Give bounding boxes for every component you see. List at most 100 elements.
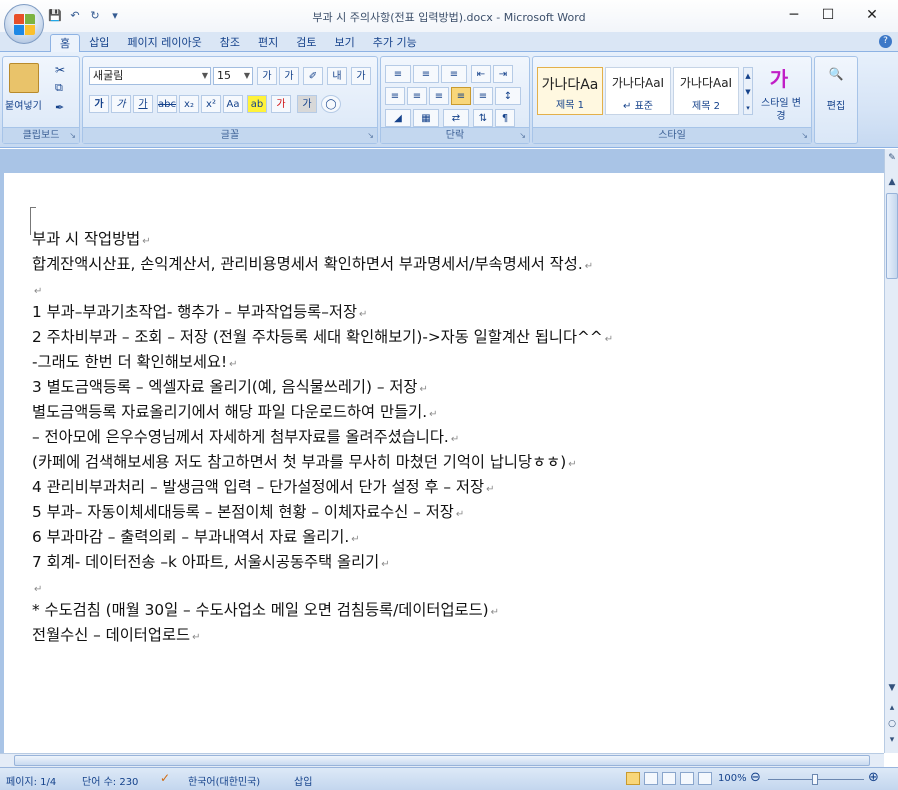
- superscript-button[interactable]: x²: [201, 95, 221, 113]
- sort-button[interactable]: ⇅: [473, 109, 493, 127]
- document-paragraph[interactable]: 전월수신 – 데이터업로드 ↵: [32, 623, 862, 648]
- paste-icon[interactable]: [9, 63, 39, 93]
- office-button[interactable]: [4, 4, 44, 44]
- document-paragraph[interactable]: 2 주차비부과 – 조회 – 저장 (전월 주차등록 세대 확인해보기)->자동…: [32, 325, 862, 350]
- document-paragraph[interactable]: 부과 시 작업방법 ↵: [32, 227, 862, 252]
- format-painter-icon[interactable]: ✒: [55, 101, 64, 114]
- decrease-indent-button[interactable]: ⇤: [471, 65, 491, 83]
- edit-button[interactable]: 편집: [815, 97, 857, 112]
- tab-mailings[interactable]: 편지: [249, 34, 287, 52]
- tab-add-ins[interactable]: 추가 기능: [364, 34, 426, 52]
- zoom-out-icon[interactable]: ⊖: [750, 770, 761, 785]
- print-layout-view-icon[interactable]: [626, 772, 640, 785]
- previous-page-icon[interactable]: ▴: [885, 703, 898, 713]
- document-paragraph[interactable]: 3 별도금액등록 – 엑셀자료 올리기(예, 음식물쓰레기) – 저장 ↵: [32, 375, 862, 400]
- paragraph-launcher-icon[interactable]: ↘: [519, 131, 526, 140]
- document-paragraph[interactable]: 4 관리비부과처리 – 발생금액 입력 – 단가설정에서 단가 설정 후 – 저…: [32, 475, 862, 500]
- document-paragraph[interactable]: 6 부과마감 – 출력의뢰 – 부과내역서 자료 올리기. ↵: [32, 525, 862, 550]
- tab-view[interactable]: 보기: [325, 34, 363, 52]
- align-left-button[interactable]: ≡: [385, 87, 405, 105]
- horizontal-scrollbar[interactable]: [0, 753, 884, 767]
- text-direction-button[interactable]: ⇄: [443, 109, 469, 127]
- tab-review[interactable]: 검토: [287, 34, 325, 52]
- copy-icon[interactable]: ⧉: [55, 81, 63, 95]
- document-paragraph[interactable]: 1 부과–부과기초작업- 행추가 – 부과작업등록–저장 ↵: [32, 300, 862, 325]
- vertical-scrollbar[interactable]: ✎ ▲ ▼ ▴ ○ ▾: [884, 149, 898, 753]
- font-color-button[interactable]: 가: [271, 95, 291, 113]
- italic-button[interactable]: 가: [111, 95, 131, 113]
- shrink-font-button[interactable]: 가: [279, 67, 299, 85]
- document-paragraph[interactable]: -그래도 한번 더 확인해보세요! ↵: [32, 350, 862, 375]
- increase-indent-button[interactable]: ⇥: [493, 65, 513, 83]
- document-paragraph[interactable]: 7 회계- 데이터전송 –k 아파트, 서울시공동주택 올리기 ↵: [32, 550, 862, 575]
- bold-button[interactable]: 가: [89, 95, 109, 113]
- change-styles-button[interactable]: 스타일 변경: [759, 97, 803, 123]
- align-center-button[interactable]: ≡: [407, 87, 427, 105]
- language-status[interactable]: 한국어(대한민국): [188, 773, 260, 788]
- phonetic-guide-button[interactable]: 내: [327, 67, 347, 85]
- font-size-combo[interactable]: 15 ▼: [213, 67, 253, 85]
- zoom-level[interactable]: 100%: [718, 773, 747, 784]
- help-icon[interactable]: ?: [879, 35, 892, 48]
- cut-icon[interactable]: ✂: [55, 63, 65, 77]
- vertical-scroll-thumb[interactable]: [886, 193, 898, 279]
- char-border-button[interactable]: 가: [351, 67, 371, 85]
- document-body[interactable]: 부과 시 작업방법 ↵ 합계잔액시산표, 손익계산서, 관리비용명세서 확인하면서 …: [32, 227, 862, 648]
- enclose-char-button[interactable]: ◯: [321, 95, 341, 113]
- tab-references[interactable]: 참조: [211, 34, 249, 52]
- styles-launcher-icon[interactable]: ↘: [801, 131, 808, 140]
- align-right-button[interactable]: ≡: [429, 87, 449, 105]
- numbering-button[interactable]: ≡: [413, 65, 439, 83]
- style-heading1[interactable]: 가나다Aa 제목 1: [537, 67, 603, 115]
- draft-view-icon[interactable]: [698, 772, 712, 785]
- borders-button[interactable]: ▦: [413, 109, 439, 127]
- show-marks-button[interactable]: ¶: [495, 109, 515, 127]
- char-shading-button[interactable]: 가: [297, 95, 317, 113]
- full-screen-reading-icon[interactable]: [644, 772, 658, 785]
- tab-home[interactable]: 홈: [50, 34, 81, 52]
- shading-button[interactable]: ◢: [385, 109, 411, 127]
- highlight-button[interactable]: ab: [247, 95, 267, 113]
- underline-button[interactable]: 가: [133, 95, 153, 113]
- style-heading2[interactable]: 가나다AaI 제목 2: [673, 67, 739, 115]
- change-case-button[interactable]: Aa: [223, 95, 243, 113]
- justify-button[interactable]: ≡: [451, 87, 471, 105]
- zoom-slider-thumb[interactable]: [812, 774, 818, 785]
- zoom-in-icon[interactable]: ⊕: [868, 770, 879, 785]
- clipboard-launcher-icon[interactable]: ↘: [69, 131, 76, 140]
- style-normal[interactable]: 가나다AaI ↵ 표준: [605, 67, 671, 115]
- maximize-button[interactable]: ☐: [814, 6, 842, 24]
- clear-format-button[interactable]: ✐: [303, 67, 323, 85]
- document-paragraph[interactable]: – 전아모에 은우수영님께서 자세하게 첨부자료를 올려주셨습니다. ↵: [32, 425, 862, 450]
- binoculars-icon[interactable]: 🔍: [825, 67, 847, 87]
- scroll-up-icon[interactable]: ▲: [885, 177, 898, 187]
- strikethrough-button[interactable]: abc: [157, 95, 177, 113]
- document-page[interactable]: 부과 시 작업방법 ↵ 합계잔액시산표, 손익계산서, 관리비용명세서 확인하면서 …: [0, 173, 884, 753]
- word-count[interactable]: 단어 수: 230: [82, 773, 138, 788]
- paste-button[interactable]: 붙여넣기: [5, 97, 42, 112]
- document-paragraph[interactable]: 별도금액등록 자료올리기에서 해당 파일 다운로드하여 만들기. ↵: [32, 400, 862, 425]
- document-paragraph[interactable]: * 수도검침 (매월 30일 – 수도사업소 메일 오면 검침등록/데이터업로드…: [32, 598, 862, 623]
- browse-object-icon[interactable]: ○: [885, 719, 898, 729]
- tab-insert[interactable]: 삽입: [80, 34, 118, 52]
- line-spacing-button[interactable]: ↕: [495, 87, 521, 105]
- next-page-icon[interactable]: ▾: [885, 735, 898, 745]
- document-paragraph[interactable]: (카페에 검색해보세용 저도 참고하면서 첫 부과를 무사히 마쳤던 기억이 납…: [32, 450, 862, 475]
- empty-paragraph[interactable]: ↵: [32, 575, 862, 598]
- font-name-combo[interactable]: 새굴림 ▼: [89, 67, 211, 85]
- empty-paragraph[interactable]: ↵: [32, 277, 862, 300]
- page-count[interactable]: 페이지: 1/4: [6, 773, 56, 788]
- grow-font-button[interactable]: 가: [257, 67, 277, 85]
- scroll-down-icon[interactable]: ▼: [885, 683, 898, 693]
- web-layout-icon[interactable]: [662, 772, 676, 785]
- subscript-button[interactable]: x₂: [179, 95, 199, 113]
- insert-mode[interactable]: 삽입: [294, 773, 312, 788]
- multilevel-list-button[interactable]: ≡: [441, 65, 467, 83]
- outline-view-icon[interactable]: [680, 772, 694, 785]
- document-paragraph[interactable]: 합계잔액시산표, 손익계산서, 관리비용명세서 확인하면서 부과명세서/부속명세…: [32, 252, 862, 277]
- document-paragraph[interactable]: 5 부과– 자동이체세대등록 – 본점이체 현황 – 이체자료수신 – 저장 ↵: [32, 500, 862, 525]
- proofing-icon[interactable]: ✓: [160, 771, 170, 785]
- close-button[interactable]: ✕: [858, 6, 886, 24]
- horizontal-scroll-thumb[interactable]: [14, 755, 870, 766]
- tab-page-layout[interactable]: 페이지 레이아웃: [118, 34, 210, 52]
